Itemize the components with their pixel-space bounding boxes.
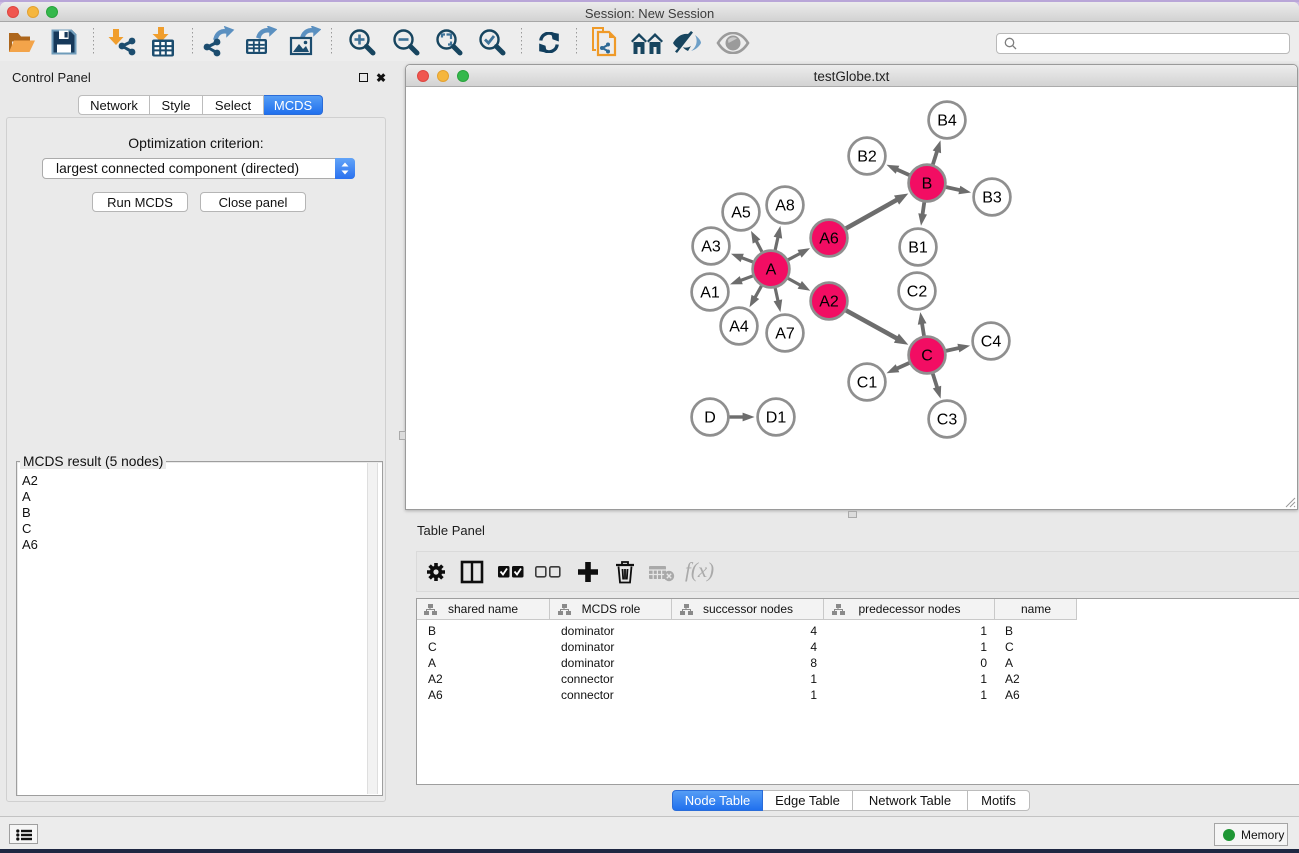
svg-text:C1: C1: [857, 375, 878, 392]
svg-text:D1: D1: [766, 410, 787, 427]
svg-text:C3: C3: [937, 412, 958, 429]
svg-text:C2: C2: [907, 284, 928, 301]
svg-text:A8: A8: [775, 198, 795, 215]
svg-text:A2: A2: [819, 294, 839, 311]
svg-text:A4: A4: [729, 319, 749, 336]
svg-text:A: A: [766, 262, 777, 279]
svg-text:B: B: [922, 176, 933, 193]
svg-text:D: D: [704, 410, 716, 427]
svg-text:C: C: [921, 348, 933, 365]
svg-text:B4: B4: [937, 113, 957, 130]
svg-text:B2: B2: [857, 149, 877, 166]
svg-text:A3: A3: [701, 239, 721, 256]
svg-text:A5: A5: [731, 205, 751, 222]
svg-text:B3: B3: [982, 190, 1002, 207]
svg-text:A6: A6: [819, 231, 839, 248]
svg-text:A1: A1: [700, 285, 720, 302]
svg-text:A7: A7: [775, 326, 795, 343]
svg-text:C4: C4: [981, 334, 1002, 351]
svg-text:B1: B1: [908, 240, 928, 257]
